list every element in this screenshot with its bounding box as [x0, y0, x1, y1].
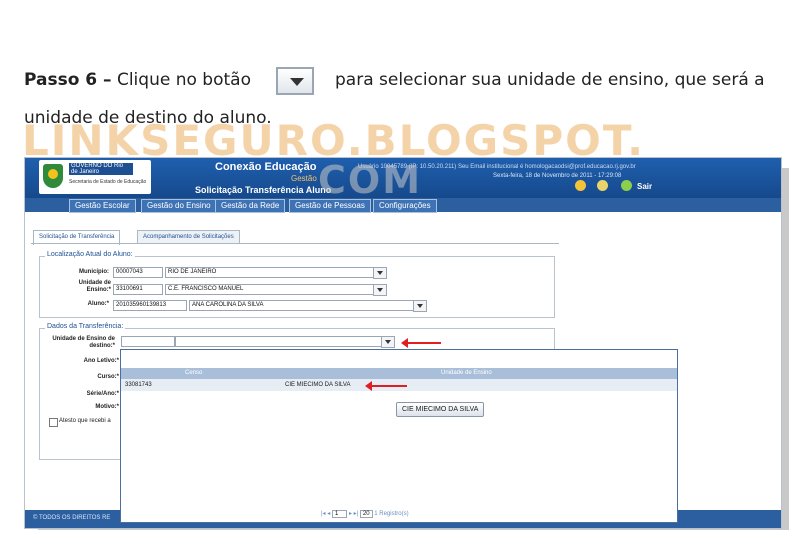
label-aluno: Aluno:*	[87, 301, 109, 307]
grid-header: Censo Unidade de Ensino	[121, 368, 677, 379]
legend-transferencia: Dados da Transferência:	[45, 323, 126, 330]
page-size-select[interactable]: 20	[359, 510, 373, 518]
label-ano-letivo: Ano Letivo:*	[83, 358, 119, 364]
column-unidade: Unidade de Ensino	[441, 370, 492, 376]
menu-configuracoes[interactable]: Configurações	[373, 199, 437, 213]
logout-icon[interactable]	[621, 180, 632, 191]
column-censo: Censo	[185, 370, 203, 376]
main-menu: Gestão Escolar Gestão do Ensino Gestão d…	[25, 198, 781, 213]
row-unidade: CIE MIECIMO DA SILVA	[285, 382, 351, 388]
red-arrow-dropdown	[401, 338, 441, 348]
app-header: GOVERNO DO Rio de Janeiro Secretaria de …	[25, 158, 781, 198]
unidade-destino-name-field[interactable]	[175, 336, 383, 347]
footer-copyright: © TODOS OS DIREITOS RE	[33, 515, 111, 521]
unidade-selection-popup: Censo Unidade de Ensino 33081743 CIE MIE…	[120, 349, 678, 523]
logo-name: GOVERNO DO Rio de Janeiro	[69, 163, 133, 175]
unidade-name-field[interactable]: C.E. FRANCISCO MANUEL	[165, 284, 375, 295]
first-page-icon[interactable]: |◂	[321, 511, 326, 517]
last-page-icon[interactable]: ▸|	[354, 511, 359, 517]
home-icon[interactable]	[575, 180, 586, 191]
aluno-code-field[interactable]: 201035960139813	[113, 300, 187, 311]
menu-gestao-pessoas[interactable]: Gestão de Pessoas	[289, 199, 371, 213]
label-unidade-destino: Unidade de Ensino de destino:*	[52, 336, 115, 349]
instruction-text-after: para selecionar sua unidade de ensino, q…	[335, 70, 765, 90]
next-page-icon[interactable]: ▸	[349, 511, 352, 517]
menu-gestao-ensino[interactable]: Gestão do Ensino	[141, 199, 217, 213]
label-municipio: Município:	[79, 269, 109, 275]
select-unidade-button[interactable]: CIE MIECIMO DA SILVA	[396, 402, 485, 417]
instruction-line-1: Passo 6 – Clique no botão	[24, 70, 251, 90]
step-label: Passo 6 –	[24, 70, 112, 90]
tab-acompanhamento[interactable]: Acompanhamento de Solicitações	[137, 230, 240, 244]
record-count: 1 Registro(s)	[374, 511, 409, 517]
menu-gestao-escolar[interactable]: Gestão Escolar	[69, 199, 136, 213]
row-censo: 33081743	[125, 382, 152, 388]
label-motivo: Motivo:*	[95, 404, 119, 410]
municipio-dropdown-button[interactable]	[373, 267, 387, 279]
prev-page-icon[interactable]: ◂	[327, 511, 330, 517]
aluno-dropdown-button[interactable]	[413, 300, 427, 312]
logo-subtitle: Secretaria de Estado de Educação	[69, 179, 147, 185]
municipio-code-field[interactable]: 00007043	[113, 267, 163, 278]
atesto-checkbox[interactable]	[49, 418, 58, 427]
page-number-field[interactable]: 1	[331, 510, 348, 518]
red-arrow-row	[365, 381, 407, 391]
municipio-name-field[interactable]: RIO DE JANEIRO	[165, 267, 375, 278]
page-subtitle: Solicitação Transferência Aluno	[195, 185, 332, 195]
aluno-name-field[interactable]: ANA CAROLINA DA SILVA	[189, 300, 415, 311]
app-module: Gestão	[291, 174, 317, 183]
unidade-destino-code-field[interactable]	[121, 336, 175, 347]
chevron-down-icon	[290, 78, 304, 86]
unidade-destino-dropdown-button[interactable]	[381, 336, 395, 348]
government-logo: GOVERNO DO Rio de Janeiro Secretaria de …	[39, 160, 151, 194]
label-curso: Curso:*	[97, 374, 119, 380]
atesto-label: Atesto que recebi a	[59, 418, 111, 424]
app-title: Conexão Educação	[215, 161, 317, 173]
pager: |◂ ◂ 1 ▸ ▸| 20 1 Registro(s)	[321, 510, 409, 518]
unidade-dropdown-button[interactable]	[373, 284, 387, 296]
logout-link[interactable]: Sair	[637, 182, 652, 191]
current-date: Sexta-feira, 18 de Novembro de 2011 - 17…	[493, 173, 622, 179]
legend-localizacao: Localização Atual do Aluno:	[45, 251, 135, 258]
crest-icon	[43, 164, 63, 188]
label-serie: Série/Ano:*	[86, 391, 119, 397]
dropdown-button-illustration	[276, 67, 314, 95]
instruction-text-before: Clique no botão	[116, 70, 251, 90]
menu-gestao-rede[interactable]: Gestão da Rede	[215, 199, 286, 213]
tabs-divider	[31, 243, 559, 244]
user-info: Usuário 10045789 (IP: 10.50.20.211) Seu …	[358, 164, 636, 170]
help-icon[interactable]	[597, 180, 608, 191]
label-unidade: Unidade de Ensino:*	[78, 280, 111, 293]
unidade-code-field[interactable]: 33100691	[113, 284, 163, 295]
instruction-line-2: unidade de destino do aluno.	[24, 108, 272, 128]
